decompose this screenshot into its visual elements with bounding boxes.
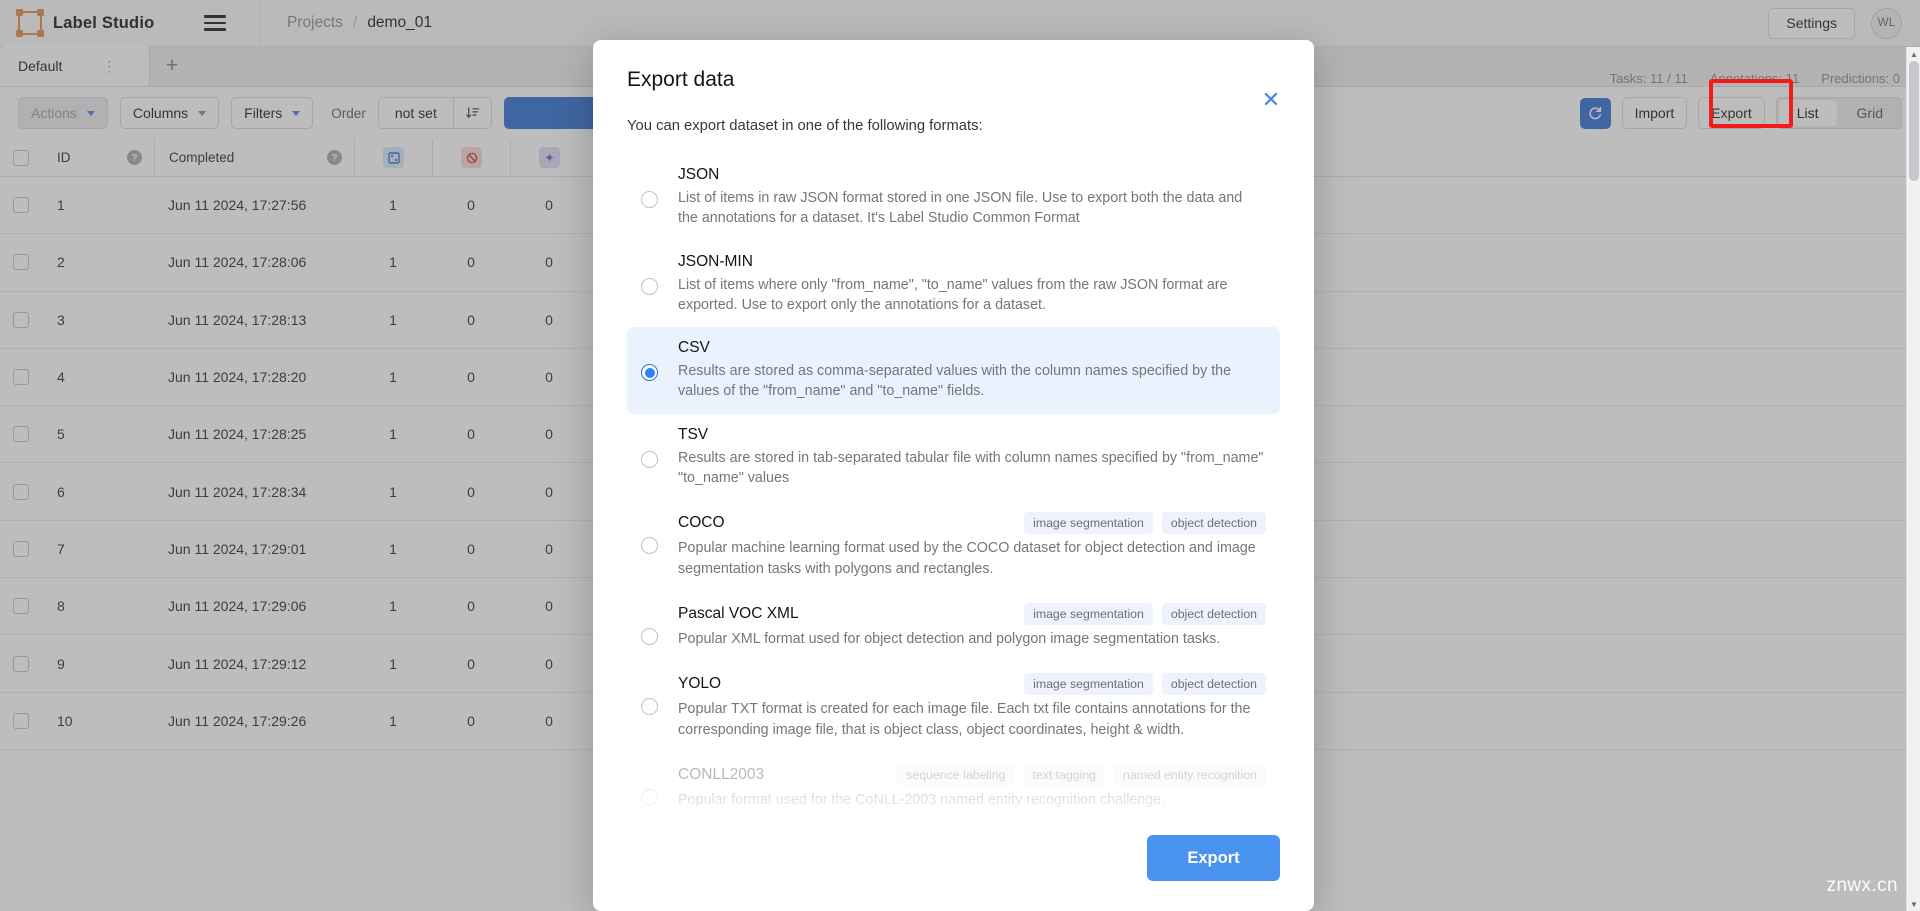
status-badge: named entity recognition bbox=[1114, 763, 1266, 786]
format-tags: image segmentation object detection bbox=[1024, 673, 1266, 696]
format-body: TSV Results are stored in tab-separated t… bbox=[678, 426, 1266, 489]
dialog-subtitle: You can export dataset in one of the fol… bbox=[627, 118, 983, 134]
format-title-row: TSV bbox=[678, 426, 1266, 444]
status-badge: object detection bbox=[1161, 673, 1266, 696]
format-radio[interactable] bbox=[641, 364, 658, 382]
status-badge: image segmentation bbox=[1024, 512, 1153, 535]
format-title-row: CONLL2003 sequence labeling text tagging na… bbox=[678, 763, 1266, 786]
format-title-row: YOLO image segmentation object detection bbox=[678, 673, 1266, 696]
format-radio[interactable] bbox=[641, 788, 658, 806]
format-body: CSV Results are stored as comma-separated… bbox=[678, 339, 1266, 402]
format-body: COCO image segmentation object detection Po… bbox=[678, 512, 1266, 579]
page-title: Export data bbox=[627, 68, 735, 91]
scroll-up-icon[interactable]: ▲ bbox=[1907, 47, 1920, 61]
format-radio[interactable] bbox=[641, 277, 658, 295]
scroll-down-icon[interactable]: ▼ bbox=[1907, 897, 1920, 911]
export-format-option-json[interactable]: JSON List of items in raw JSON format sto… bbox=[627, 154, 1280, 241]
format-tags: sequence labeling text tagging named entit… bbox=[897, 763, 1266, 786]
format-description: List of items where only "from_name", "t… bbox=[678, 276, 1228, 313]
format-name: JSON bbox=[678, 166, 720, 183]
export-format-option-pascal-voc-xml[interactable]: Pascal VOC XML image segmentation object d… bbox=[627, 591, 1280, 661]
dialog-footer: Export bbox=[593, 835, 1314, 911]
format-name: TSV bbox=[678, 425, 709, 443]
dialog-header: Export data ✕ bbox=[593, 40, 1314, 111]
status-badge: text tagging bbox=[1023, 763, 1106, 786]
format-description: Popular XML format used for object detec… bbox=[678, 630, 1221, 647]
format-tags: image segmentation object detection bbox=[1024, 512, 1266, 535]
format-body: CONLL2003 sequence labeling text tagging na… bbox=[678, 763, 1266, 810]
format-body: YOLO image segmentation object detection Po… bbox=[678, 673, 1266, 740]
status-badge: image segmentation bbox=[1024, 602, 1153, 625]
format-radio[interactable] bbox=[641, 537, 658, 555]
format-description: List of items in raw JSON format stored … bbox=[678, 190, 1243, 227]
format-title-row: JSON bbox=[678, 166, 1266, 184]
watermark: znwx.cn bbox=[1826, 875, 1898, 896]
format-body: JSON-MIN List of items where only "from_n… bbox=[678, 253, 1266, 316]
format-description: Popular format used for the CoNLL-2003 n… bbox=[678, 791, 1166, 808]
export-data-dialog: Export data ✕ You can export dataset in … bbox=[593, 40, 1314, 911]
format-body: Pascal VOC XML image segmentation object d… bbox=[678, 602, 1266, 649]
export-format-option-json-min[interactable]: JSON-MIN List of items where only "from_n… bbox=[627, 241, 1280, 328]
export-format-option-conll2003[interactable]: CONLL2003 sequence labeling text tagging na… bbox=[627, 752, 1280, 822]
format-name: CSV bbox=[678, 339, 710, 357]
format-radio[interactable] bbox=[641, 698, 658, 716]
scrollbar-thumb[interactable] bbox=[1909, 61, 1919, 181]
export-confirm-button[interactable]: Export bbox=[1147, 835, 1280, 881]
format-title-row: Pascal VOC XML image segmentation object d… bbox=[678, 602, 1266, 625]
export-format-option-coco[interactable]: COCO image segmentation object detection Po… bbox=[627, 500, 1280, 591]
close-icon[interactable]: ✕ bbox=[1258, 87, 1284, 113]
format-title-row: COCO image segmentation object detection bbox=[678, 512, 1266, 535]
format-body: JSON List of items in raw JSON format sto… bbox=[678, 166, 1266, 229]
format-name: YOLO bbox=[678, 675, 722, 693]
export-format-option-tsv[interactable]: TSV Results are stored in tab-separated t… bbox=[627, 414, 1280, 501]
format-name: Pascal VOC XML bbox=[678, 604, 799, 622]
format-tags: image segmentation object detection bbox=[1024, 602, 1266, 625]
format-radio[interactable] bbox=[641, 450, 658, 468]
format-description: Popular machine learning format used by … bbox=[678, 540, 1256, 577]
export-format-option-csv[interactable]: CSV Results are stored as comma-separated… bbox=[627, 327, 1280, 414]
status-badge: object detection bbox=[1161, 602, 1266, 625]
format-name: COCO bbox=[678, 514, 725, 532]
format-title-row: JSON-MIN bbox=[678, 253, 1266, 271]
status-badge: sequence labeling bbox=[897, 763, 1015, 786]
format-radio[interactable] bbox=[641, 191, 658, 208]
status-badge: object detection bbox=[1161, 512, 1266, 535]
format-description: Popular TXT format is created for each i… bbox=[678, 701, 1251, 738]
format-description: Results are stored in tab-separated tabu… bbox=[678, 449, 1264, 487]
status-badge: image segmentation bbox=[1024, 673, 1153, 696]
vertical-scrollbar[interactable]: ▲ ▼ bbox=[1906, 47, 1920, 911]
format-name: JSON-MIN bbox=[678, 252, 753, 270]
format-description: Results are stored as comma-separated va… bbox=[678, 363, 1232, 400]
export-format-option-yolo[interactable]: YOLO image segmentation object detection Po… bbox=[627, 661, 1280, 752]
export-format-list: JSON List of items in raw JSON format sto… bbox=[593, 154, 1314, 835]
format-radio[interactable] bbox=[641, 627, 658, 645]
format-name: CONLL2003 bbox=[678, 765, 765, 783]
format-title-row: CSV bbox=[678, 339, 1266, 357]
